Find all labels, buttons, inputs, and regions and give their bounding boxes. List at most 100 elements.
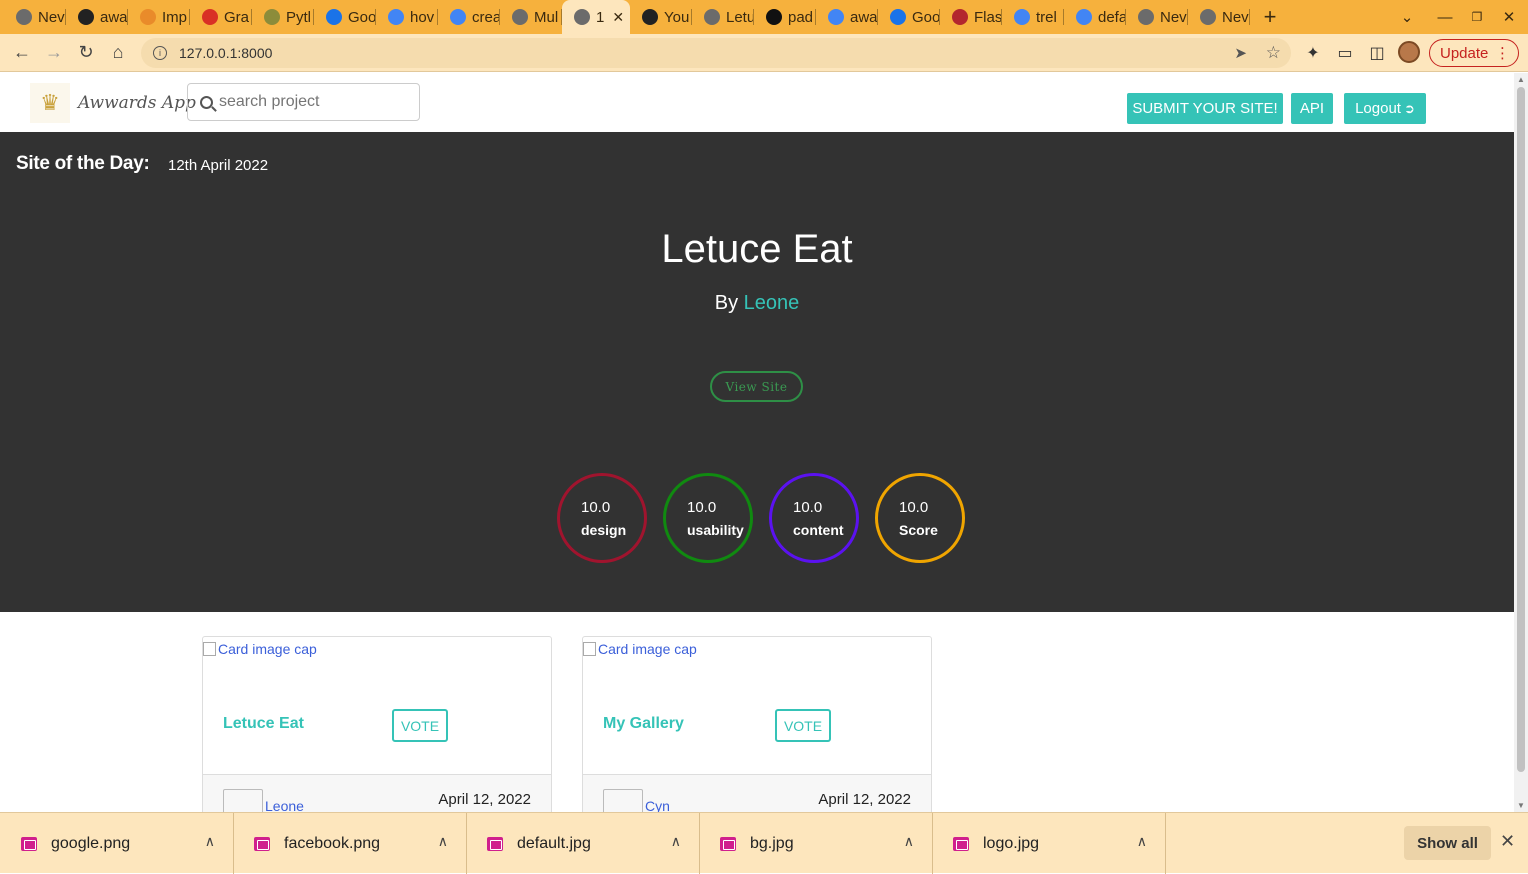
scroll-up-icon[interactable]: ▲: [1517, 75, 1525, 84]
chevron-up-icon[interactable]: ∧: [205, 833, 215, 850]
back-icon[interactable]: ←: [6, 37, 38, 69]
globe-icon: [512, 9, 528, 25]
download-item[interactable]: google.png ∧: [1, 813, 234, 874]
search-icon: [200, 95, 213, 109]
tab-label: crea: [472, 8, 500, 26]
project-card: Card image cap My Gallery VOTE Cyn April 12,…: [582, 636, 932, 812]
chevron-up-icon[interactable]: ∧: [671, 833, 681, 850]
tab-label: awa: [850, 8, 878, 26]
rating-circle-score: 10.0 Score: [875, 473, 965, 563]
tab-15[interactable]: Flas: [940, 0, 1002, 34]
card-image[interactable]: Card image cap: [203, 641, 317, 657]
rating-value: 10.0: [687, 498, 717, 516]
close-downloads-icon[interactable]: ✕: [1500, 831, 1515, 852]
rating-value: 10.0: [899, 498, 929, 516]
site-info-icon[interactable]: i: [153, 46, 167, 60]
reload-icon[interactable]: ↻: [70, 37, 102, 69]
address-bar[interactable]: i 127.0.0.1:8000 ➤ ☆: [141, 38, 1291, 68]
avatar[interactable]: [223, 789, 263, 812]
cast-icon[interactable]: ▭: [1329, 37, 1361, 69]
tab-label: Imp: [162, 8, 188, 26]
search-input[interactable]: [219, 93, 409, 111]
tab-13[interactable]: awa: [816, 0, 878, 34]
tab-5[interactable]: Goo: [314, 0, 376, 34]
download-item[interactable]: logo.jpg ∧: [933, 813, 1166, 874]
bookmark-star-icon[interactable]: ☆: [1266, 43, 1281, 63]
download-item[interactable]: bg.jpg ∧: [700, 813, 933, 874]
card-author-link[interactable]: Cyn: [645, 798, 670, 812]
site-of-the-day-date: 12th April 2022: [168, 157, 269, 174]
extensions-icon[interactable]: ✦: [1297, 37, 1329, 69]
rating-label: usability: [687, 521, 744, 538]
vote-button[interactable]: VOTE: [775, 709, 831, 742]
tab-11[interactable]: Letu: [692, 0, 754, 34]
tab-7[interactable]: crea: [438, 0, 500, 34]
show-all-button[interactable]: Show all: [1404, 826, 1491, 860]
tree-icon: [264, 9, 280, 25]
card-date: April 12, 2022: [818, 791, 911, 808]
update-button[interactable]: Update ⋮: [1429, 39, 1519, 67]
chevron-up-icon[interactable]: ∧: [438, 833, 448, 850]
tab-12[interactable]: pad: [754, 0, 816, 34]
tab-17[interactable]: defa: [1064, 0, 1126, 34]
minimize-icon[interactable]: —: [1428, 0, 1462, 34]
card-footer: Cyn April 12, 2022: [583, 774, 931, 812]
tab-4[interactable]: Pytl: [252, 0, 314, 34]
chevron-up-icon[interactable]: ∧: [1137, 833, 1147, 850]
home-icon[interactable]: ⌂: [102, 37, 134, 69]
new-tab-button[interactable]: +: [1250, 4, 1290, 30]
forward-icon[interactable]: →: [38, 37, 70, 69]
tab-search-chevron-icon[interactable]: ⌄: [1390, 0, 1424, 34]
view-site-button[interactable]: View Site: [710, 371, 803, 402]
image-file-icon: [953, 836, 969, 851]
flask-icon: [952, 9, 968, 25]
card-title[interactable]: My Gallery: [603, 715, 684, 733]
close-window-icon[interactable]: ✕: [1492, 0, 1526, 34]
scroll-down-icon[interactable]: ▼: [1517, 801, 1525, 810]
profile-avatar[interactable]: [1398, 41, 1420, 63]
card-author-link[interactable]: Leone: [265, 798, 304, 812]
tab-16[interactable]: trel: [1002, 0, 1064, 34]
page-scrollbar[interactable]: ▲ ▼: [1514, 73, 1528, 812]
tab-0[interactable]: Nev: [4, 0, 66, 34]
close-tab-icon[interactable]: ✕: [612, 9, 624, 26]
api-button[interactable]: API: [1291, 93, 1333, 124]
send-icon[interactable]: ➤: [1234, 44, 1247, 62]
tab-8[interactable]: Mul: [500, 0, 562, 34]
download-item[interactable]: facebook.png ∧: [234, 813, 467, 874]
search-box[interactable]: [187, 83, 420, 121]
broken-image-icon: [203, 642, 216, 656]
tab-label: 1: [596, 8, 605, 26]
logout-button[interactable]: Logout ➲: [1344, 93, 1426, 124]
tab-18[interactable]: Nev: [1126, 0, 1188, 34]
chevron-up-icon[interactable]: ∧: [904, 833, 914, 850]
vote-button[interactable]: VOTE: [392, 709, 448, 742]
tab-1[interactable]: awa: [66, 0, 128, 34]
download-filename: facebook.png: [284, 834, 381, 852]
card-title[interactable]: Letuce Eat: [223, 715, 304, 733]
tab-10[interactable]: You: [630, 0, 692, 34]
download-item[interactable]: default.jpg ∧: [467, 813, 700, 874]
downloads-bar: google.png ∧ facebook.png ∧ default.jpg ∧ bg.j…: [0, 812, 1528, 874]
tab-label: Nev: [1222, 8, 1249, 26]
scrollbar-thumb[interactable]: [1517, 87, 1525, 772]
tab-14[interactable]: Goo: [878, 0, 940, 34]
card-image[interactable]: Card image cap: [583, 641, 697, 657]
tab-9[interactable]: 1 ✕: [562, 0, 630, 34]
card-image-alt: Card image cap: [218, 641, 317, 657]
tab-2[interactable]: Imp: [128, 0, 190, 34]
avatar[interactable]: [603, 789, 643, 812]
tab-3[interactable]: Gra: [190, 0, 252, 34]
restore-icon[interactable]: ❐: [1460, 0, 1494, 34]
tab-19[interactable]: Nev: [1188, 0, 1250, 34]
url-text[interactable]: 127.0.0.1:8000: [179, 45, 272, 61]
side-panel-icon[interactable]: ◫: [1361, 37, 1393, 69]
featured-author-link[interactable]: Leone: [744, 292, 800, 314]
tab-label: Nev: [1160, 8, 1187, 26]
tab-6[interactable]: hov: [376, 0, 438, 34]
submit-site-button[interactable]: SUBMIT YOUR SITE!: [1127, 93, 1283, 124]
tab-label: defa: [1098, 8, 1126, 26]
tab-label: pad: [788, 8, 814, 26]
brand[interactable]: ♛ Awwards App: [30, 83, 196, 123]
github-icon: [642, 9, 658, 25]
